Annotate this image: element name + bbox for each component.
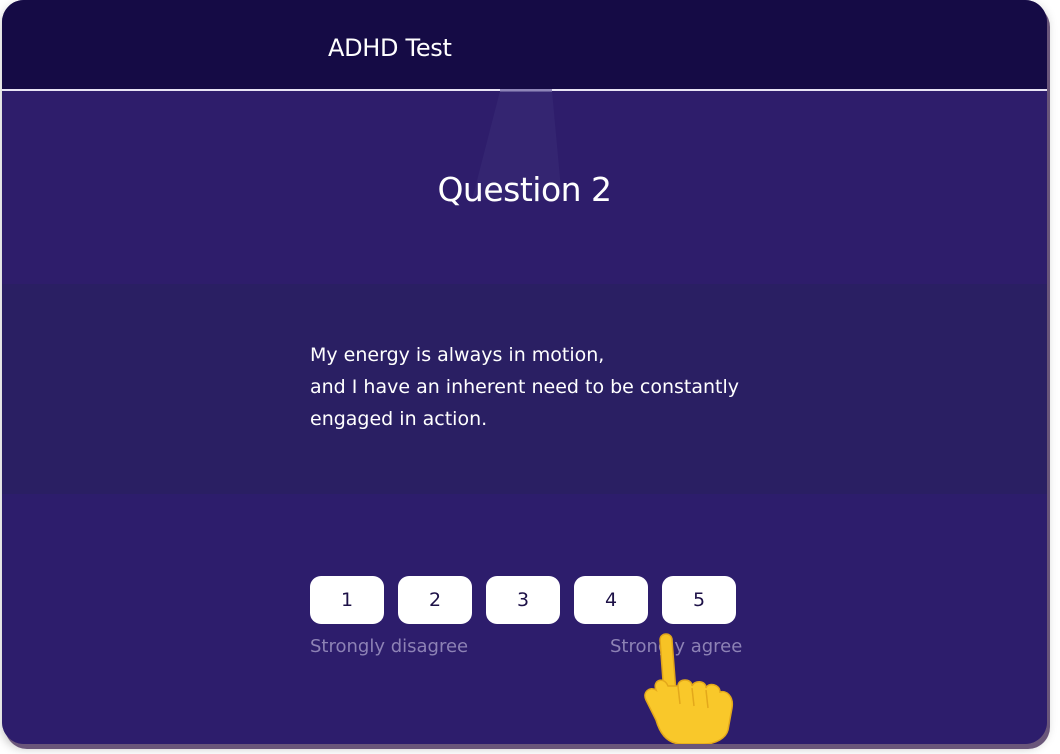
question-statement: My energy is always in motion, and I hav…: [310, 339, 790, 435]
question-line-2: and I have an inherent need to be consta…: [310, 376, 740, 398]
app-header: ADHD Test: [2, 0, 1047, 91]
question-heading: Question 2: [437, 170, 612, 209]
answer-option-4[interactable]: 4: [574, 576, 648, 624]
app-title: ADHD Test: [328, 34, 452, 62]
answer-option-2[interactable]: 2: [398, 576, 472, 624]
answer-option-3[interactable]: 3: [486, 576, 560, 624]
answer-option-1[interactable]: 1: [310, 576, 384, 624]
question-line-1: My energy is always in motion,: [310, 344, 605, 366]
question-line-3: engaged in action.: [310, 408, 488, 430]
quiz-card: ADHD Test Question 2 My energy is always…: [2, 0, 1047, 744]
pointing-hand-icon: [644, 633, 734, 744]
answer-scale: 1 2 3 4 5: [310, 576, 736, 624]
active-tab-indicator: [500, 89, 552, 92]
scale-low-label: Strongly disagree: [310, 636, 469, 657]
answer-option-5[interactable]: 5: [662, 576, 736, 624]
